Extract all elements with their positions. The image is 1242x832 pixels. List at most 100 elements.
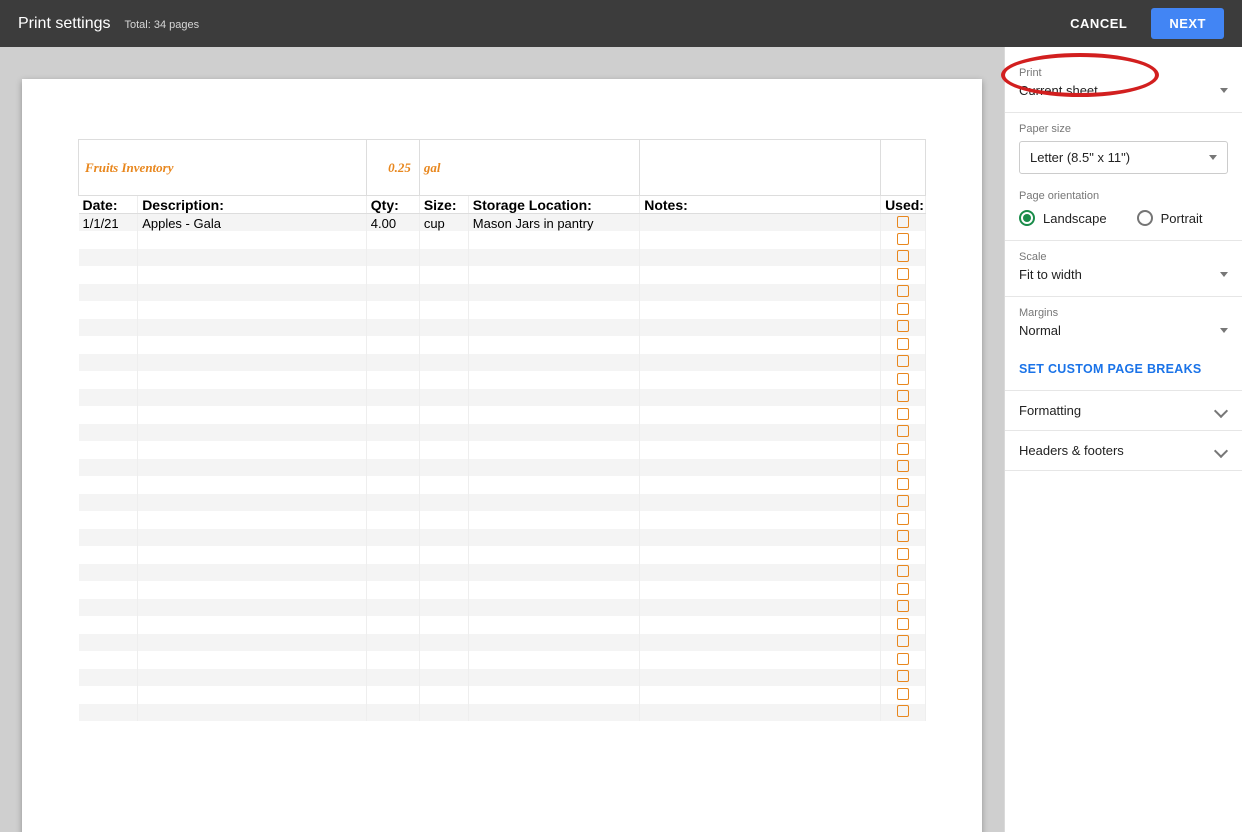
col-used: Used: [881, 196, 926, 214]
paper-section: Paper size Letter (8.5" x 11") [1005, 117, 1242, 184]
sheet-title-unit: gal [419, 140, 639, 196]
paper-label: Paper size [1019, 123, 1228, 135]
checkbox-icon [897, 250, 909, 262]
page-preview: Fruits Inventory 0.25 gal Date: Descript… [22, 79, 982, 832]
table-row [79, 686, 926, 704]
checkbox-icon [897, 495, 909, 507]
checkbox-icon [897, 478, 909, 490]
checkbox-icon [897, 268, 909, 280]
table-row [79, 459, 926, 477]
checkbox-icon [897, 390, 909, 402]
table-row [79, 634, 926, 652]
top-bar: Print settings Total: 34 pages CANCEL NE… [0, 0, 1242, 47]
col-storage: Storage Location: [468, 196, 639, 214]
title: Print settings [18, 15, 110, 33]
table-row [79, 616, 926, 634]
scale-value: Fit to width [1019, 267, 1082, 282]
checkbox-icon [897, 425, 909, 437]
checkbox-icon [897, 635, 909, 647]
sheet-title: Fruits Inventory [79, 140, 367, 196]
table-row [79, 476, 926, 494]
col-date: Date: [79, 196, 138, 214]
checkbox-icon [897, 285, 909, 297]
checkbox-icon [897, 513, 909, 525]
formatting-label: Formatting [1019, 403, 1081, 418]
formatting-expander[interactable]: Formatting [1005, 390, 1242, 430]
checkbox-icon [897, 233, 909, 245]
orientation-landscape-radio[interactable]: Landscape [1019, 210, 1107, 226]
checkbox-icon [897, 443, 909, 455]
scale-dropdown[interactable]: Fit to width [1019, 267, 1228, 282]
preview-area: Fruits Inventory 0.25 gal Date: Descript… [0, 47, 1004, 832]
table-row [79, 494, 926, 512]
checkbox-icon [897, 408, 909, 420]
caret-icon [1209, 155, 1217, 160]
landscape-label: Landscape [1043, 211, 1107, 226]
table-row [79, 599, 926, 617]
chevron-down-icon [1214, 443, 1228, 457]
margins-dropdown[interactable]: Normal [1019, 323, 1228, 338]
set-page-breaks-link[interactable]: SET CUSTOM PAGE BREAKS [1005, 348, 1242, 390]
print-section: Print Current sheet [1005, 59, 1242, 108]
checkbox-icon [897, 320, 909, 332]
scale-section: Scale Fit to width [1005, 245, 1242, 292]
table-row [79, 371, 926, 389]
main: Fruits Inventory 0.25 gal Date: Descript… [0, 47, 1242, 832]
sheet-title-qty: 0.25 [366, 140, 419, 196]
table-row [79, 529, 926, 547]
table-row [79, 284, 926, 302]
table-row [79, 406, 926, 424]
checkbox-icon [897, 600, 909, 612]
checkbox-icon [897, 688, 909, 700]
table-row [79, 354, 926, 372]
table-row [79, 581, 926, 599]
orientation-portrait-radio[interactable]: Portrait [1137, 210, 1203, 226]
margins-section: Margins Normal [1005, 301, 1242, 348]
table-row [79, 441, 926, 459]
checkbox-icon [897, 303, 909, 315]
checkbox-icon [897, 216, 909, 228]
table-row [79, 669, 926, 687]
checkbox-icon [897, 338, 909, 350]
checkbox-icon [897, 373, 909, 385]
margins-label: Margins [1019, 307, 1228, 319]
table-row [79, 651, 926, 669]
checkbox-icon [897, 565, 909, 577]
print-dropdown[interactable]: Current sheet [1019, 83, 1228, 98]
settings-panel: Print Current sheet Paper size Letter (8… [1004, 47, 1242, 832]
table-row [79, 704, 926, 722]
sheet-table: Fruits Inventory 0.25 gal Date: Descript… [78, 139, 926, 721]
checkbox-icon [897, 705, 909, 717]
checkbox-icon [897, 355, 909, 367]
paper-value: Letter (8.5" x 11") [1030, 150, 1130, 165]
page-count: Total: 34 pages [124, 19, 199, 31]
table-row [79, 336, 926, 354]
header-row: Date: Description: Qty: Size: Storage Lo… [79, 196, 926, 214]
caret-icon [1220, 328, 1228, 333]
checkbox-icon [897, 618, 909, 630]
title-row: Fruits Inventory 0.25 gal [79, 140, 926, 196]
paper-dropdown[interactable]: Letter (8.5" x 11") [1019, 141, 1228, 174]
col-qty: Qty: [366, 196, 419, 214]
table-row [79, 564, 926, 582]
table-row: 1/1/21Apples - Gala4.00cupMason Jars in … [79, 214, 926, 232]
caret-icon [1220, 272, 1228, 277]
col-size: Size: [419, 196, 468, 214]
cancel-button[interactable]: CANCEL [1056, 8, 1141, 39]
portrait-label: Portrait [1161, 211, 1203, 226]
table-row [79, 319, 926, 337]
table-row [79, 249, 926, 267]
print-label: Print [1019, 67, 1228, 79]
table-row [79, 301, 926, 319]
col-description: Description: [138, 196, 367, 214]
chevron-down-icon [1214, 403, 1228, 417]
headers-footers-expander[interactable]: Headers & footers [1005, 430, 1242, 471]
scale-label: Scale [1019, 251, 1228, 263]
table-row [79, 389, 926, 407]
checkbox-icon [897, 653, 909, 665]
checkbox-icon [897, 530, 909, 542]
table-row [79, 266, 926, 284]
next-button[interactable]: NEXT [1151, 8, 1224, 39]
margins-value: Normal [1019, 323, 1061, 338]
table-row [79, 424, 926, 442]
